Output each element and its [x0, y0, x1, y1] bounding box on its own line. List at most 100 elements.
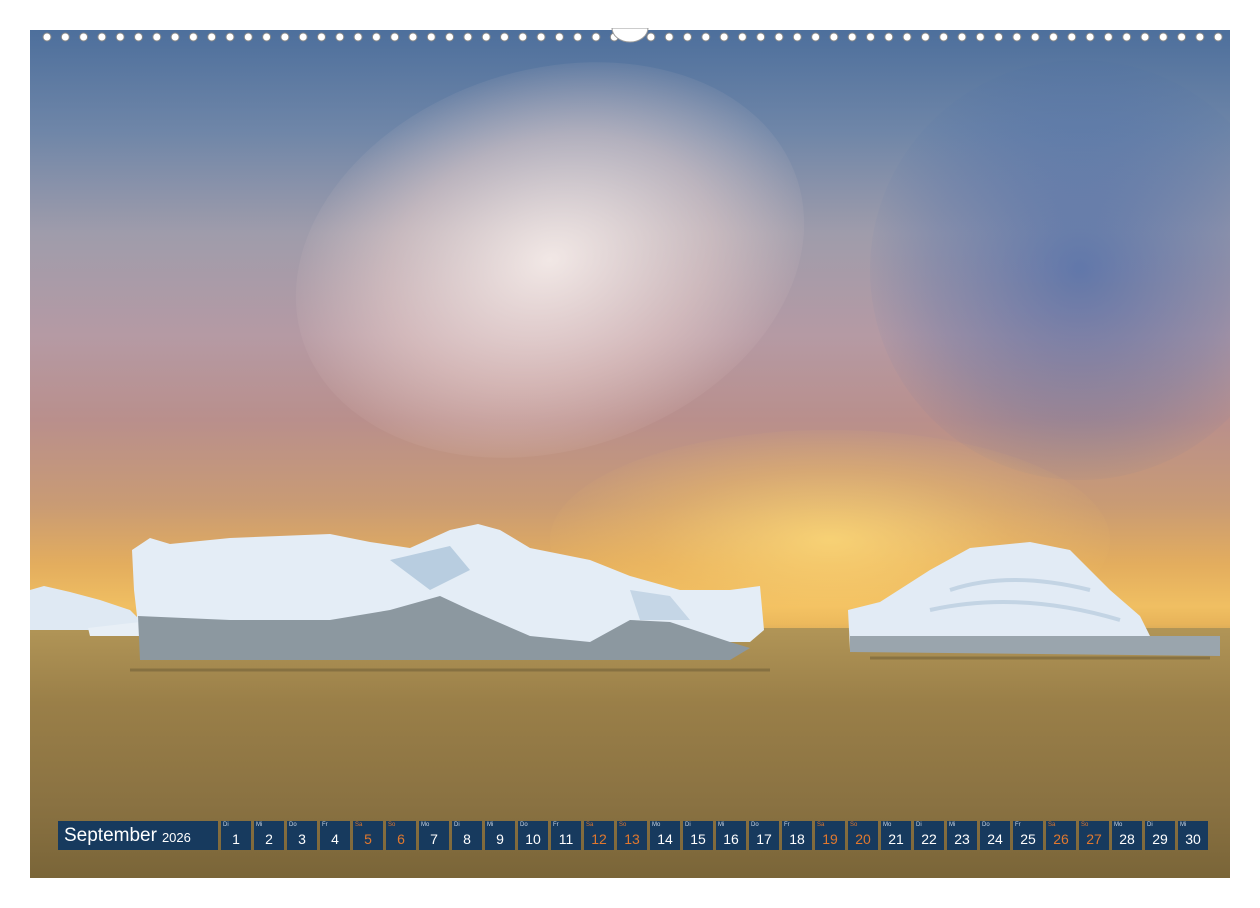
spiral-binding [30, 28, 1230, 46]
day-number: 7 [430, 831, 438, 847]
binding-hole [42, 32, 52, 42]
binding-hole [847, 32, 857, 42]
binding-hole [243, 32, 253, 42]
binding-hole [188, 32, 198, 42]
day-number: 13 [624, 831, 640, 847]
binding-hole [884, 32, 894, 42]
icebergs [30, 524, 1220, 672]
day-number: 9 [496, 831, 504, 847]
weekday-abbr: Sa [586, 822, 594, 828]
calendar-day: Do 3 [287, 821, 317, 850]
binding-hole [1158, 32, 1168, 42]
binding-hole [280, 32, 290, 42]
binding-hole [1085, 32, 1095, 42]
right-iceberg [848, 542, 1220, 650]
binding-hole [518, 32, 528, 42]
weekday-abbr: Mo [883, 822, 892, 828]
day-number: 26 [1053, 831, 1069, 847]
day-number: 22 [921, 831, 937, 847]
binding-hole [774, 32, 784, 42]
day-number: 24 [987, 831, 1003, 847]
calendar-day: Mi 9 [485, 821, 515, 850]
calendar-day: Mo 7 [419, 821, 449, 850]
weekday-abbr: Fr [322, 822, 328, 828]
day-number: 27 [1086, 831, 1102, 847]
binding-hole [811, 32, 821, 42]
binding-hole [719, 32, 729, 42]
day-number: 1 [232, 831, 240, 847]
calendar-day: Fr 11 [551, 821, 581, 850]
month-label: September 2026 [58, 821, 218, 850]
binding-hole [207, 32, 217, 42]
binding-hole [408, 32, 418, 42]
binding-hole [225, 32, 235, 42]
day-number: 20 [855, 831, 871, 847]
binding-hole [975, 32, 985, 42]
binding-hole [664, 32, 674, 42]
binding-hole [939, 32, 949, 42]
binding-hole [1103, 32, 1113, 42]
calendar-day: Mi 2 [254, 821, 284, 850]
day-number: 17 [756, 831, 772, 847]
calendar-day: Di 22 [914, 821, 944, 850]
calendar-day: Fr 25 [1013, 821, 1043, 850]
weekday-abbr: Mi [256, 822, 263, 828]
day-number: 29 [1152, 831, 1168, 847]
binding-hole [60, 32, 70, 42]
calendar-bar: September 2026 Di 1 Mi 2 Do 3 Fr 4 Sa 5 So 6 Mo 7 Di 8 M… [58, 821, 1208, 850]
weekday-abbr: So [1081, 822, 1089, 828]
day-number: 23 [954, 831, 970, 847]
binding-hole [1140, 32, 1150, 42]
calendar-day: Di 1 [221, 821, 251, 850]
iceberg-sunset-photo [30, 30, 1230, 878]
weekday-abbr: Do [289, 822, 297, 828]
binding-hole [353, 32, 363, 42]
binding-hole [683, 32, 692, 42]
binding-hole [298, 32, 308, 42]
day-number: 16 [723, 831, 739, 847]
day-number: 2 [265, 831, 273, 847]
calendar-day: Sa 19 [815, 821, 845, 850]
binding-hole [445, 32, 455, 42]
calendar-day: Sa 5 [353, 821, 383, 850]
binding-hole [957, 32, 967, 42]
weekday-abbr: So [850, 822, 858, 828]
weekday-abbr: Di [916, 822, 922, 828]
binding-hole [371, 32, 381, 42]
day-number: 12 [591, 831, 607, 847]
binding-hole [463, 32, 473, 42]
month-name: September [64, 824, 157, 846]
binding-hole [829, 32, 839, 42]
day-number: 15 [690, 831, 706, 847]
day-number: 25 [1020, 831, 1036, 847]
calendar-day: Fr 18 [782, 821, 812, 850]
binding-hole [390, 32, 400, 42]
day-number: 3 [298, 831, 306, 847]
binding-hole [1030, 32, 1040, 42]
binding-hole [866, 32, 875, 42]
weekday-abbr: Mi [487, 822, 494, 828]
weekday-abbr: Mi [1180, 822, 1187, 828]
calendar-day: Fr 4 [320, 821, 350, 850]
binding-hole [792, 32, 802, 42]
calendar-day: Do 24 [980, 821, 1010, 850]
calendar-day: Do 10 [518, 821, 548, 850]
weekday-abbr: Mo [421, 822, 430, 828]
weekday-abbr: Fr [553, 822, 559, 828]
binding-hole [317, 32, 326, 42]
weekday-abbr: Do [520, 822, 528, 828]
weekday-abbr: Do [751, 822, 759, 828]
calendar-day: Mo 28 [1112, 821, 1142, 850]
weekday-abbr: Sa [1048, 822, 1056, 828]
binding-hole [573, 32, 583, 42]
binding-hole [1195, 32, 1205, 42]
calendar-day: So 13 [617, 821, 647, 850]
binding-hole [1049, 32, 1058, 42]
weekday-abbr: Di [454, 822, 460, 828]
day-number: 19 [822, 831, 838, 847]
binding-hole [737, 32, 747, 42]
binding-hole [536, 32, 546, 42]
binding-hole [591, 32, 601, 42]
binding-hole [134, 32, 143, 42]
calendar-day: Mi 16 [716, 821, 746, 850]
